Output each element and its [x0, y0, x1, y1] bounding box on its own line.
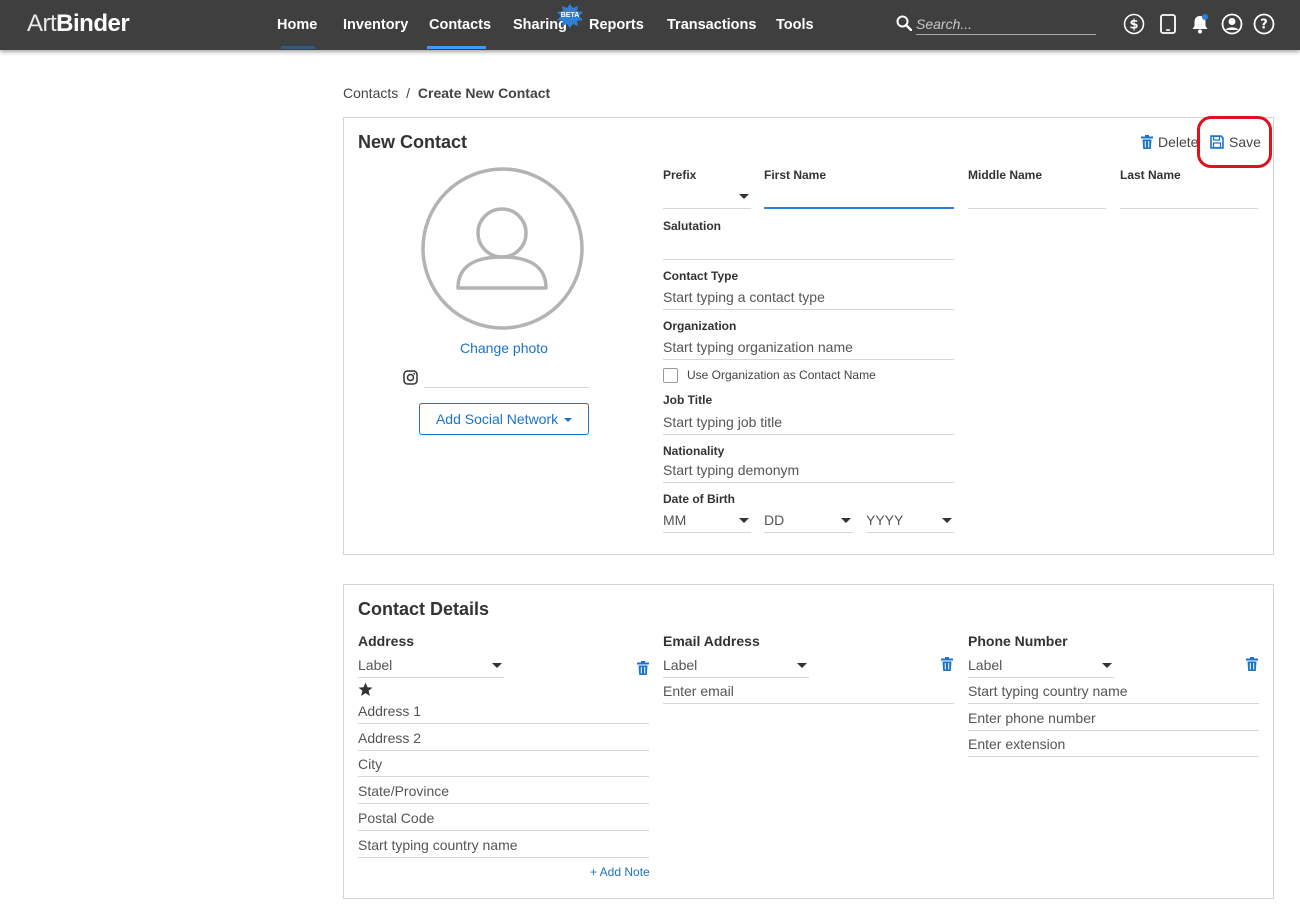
date-of-birth-label: Date of Birth — [663, 492, 735, 506]
svg-text:$: $ — [1129, 18, 1138, 33]
search-input[interactable] — [916, 14, 1096, 35]
phone-delete-trash-icon[interactable] — [1246, 657, 1258, 671]
nationality-label: Nationality — [663, 444, 725, 458]
help-circle-icon[interactable]: ? — [1253, 13, 1275, 35]
first-name-label: First Name — [764, 168, 827, 182]
dob-year-value: YYYY — [866, 512, 904, 528]
state-province-input[interactable]: State/Province — [358, 780, 649, 804]
salutation-label: Salutation — [663, 219, 722, 233]
contact-type-label: Contact Type — [663, 269, 739, 283]
organization-input[interactable]: Start typing organization name — [663, 336, 954, 360]
delete-button[interactable]: Delete — [1158, 134, 1198, 150]
phone-extension-input[interactable]: Enter extension — [968, 733, 1259, 757]
city-input[interactable]: City — [358, 753, 649, 777]
nav-reports[interactable]: Reports — [589, 17, 644, 33]
address-label: Address — [358, 633, 415, 649]
job-title-label: Job Title — [663, 393, 713, 407]
nav-home[interactable]: Home — [277, 17, 317, 33]
address-country-input[interactable]: Start typing country name — [358, 834, 649, 858]
tablet-icon[interactable] — [1157, 13, 1179, 35]
phone-country-input[interactable]: Start typing country name — [968, 680, 1259, 704]
breadcrumb-current: Create New Contact — [417, 85, 551, 101]
primary-star-icon[interactable] — [358, 682, 373, 697]
chevron-down-icon — [1102, 663, 1112, 668]
search-icon[interactable] — [896, 15, 912, 31]
change-photo-link[interactable]: Change photo — [460, 340, 548, 356]
contact-details-title: Contact Details — [358, 599, 490, 619]
last-name-label: Last Name — [1120, 168, 1181, 182]
nav-home-underline — [281, 46, 315, 49]
address-1-input[interactable]: Address 1 — [358, 700, 649, 724]
middle-name-input[interactable] — [968, 185, 1106, 209]
contact-type-input[interactable]: Start typing a contact type — [663, 286, 954, 310]
phone-number-label: Phone Number — [968, 633, 1068, 649]
address-label-select-value: Label — [358, 657, 393, 673]
dob-month-select[interactable]: MM — [663, 509, 751, 533]
use-org-checkbox-label: Use Organization as Contact Name — [687, 368, 876, 382]
postal-code-input[interactable]: Postal Code — [358, 807, 649, 831]
beta-badge: BETA — [560, 12, 580, 19]
chevron-down-icon — [739, 194, 749, 199]
delete-trash-icon[interactable] — [1141, 135, 1153, 149]
salutation-input[interactable] — [663, 236, 954, 260]
user-circle-icon[interactable] — [1221, 13, 1243, 35]
middle-name-label: Middle Name — [968, 168, 1043, 182]
prefix-label: Prefix — [663, 168, 697, 182]
chevron-down-icon — [841, 518, 851, 523]
first-name-input[interactable] — [764, 185, 954, 209]
address-delete-trash-icon[interactable] — [637, 661, 649, 675]
email-address-label: Email Address — [663, 633, 760, 649]
chevron-down-icon — [492, 663, 502, 668]
svg-text:?: ? — [1260, 18, 1268, 33]
app-logo[interactable]: ArtBinder — [27, 10, 130, 38]
nav-transactions[interactable]: Transactions — [667, 17, 756, 33]
nationality-input[interactable]: Start typing demonym — [663, 459, 954, 483]
nav-inventory[interactable]: Inventory — [343, 17, 408, 33]
dollar-circle-icon[interactable]: $ — [1123, 13, 1145, 35]
chevron-down-icon — [942, 518, 952, 523]
avatar-placeholder-icon — [421, 167, 584, 330]
breadcrumb: Contacts / Create New Contact — [343, 85, 550, 101]
add-note-link[interactable]: + Add Note — [590, 865, 650, 879]
dob-day-value: DD — [764, 512, 785, 528]
job-title-input[interactable]: Start typing job title — [663, 411, 954, 435]
email-label-select-value: Label — [663, 657, 698, 673]
instagram-icon — [403, 370, 418, 385]
add-social-network-label: Add Social Network — [435, 411, 559, 427]
breadcrumb-contacts-link[interactable]: Contacts — [343, 85, 398, 101]
caret-down-icon — [564, 418, 573, 423]
new-contact-title: New Contact — [358, 132, 468, 152]
dob-year-select[interactable]: YYYY — [866, 509, 954, 533]
nav-contacts[interactable]: Contacts — [429, 17, 491, 33]
phone-label-select-value: Label — [968, 657, 1003, 673]
nav-contacts-active-underline — [427, 46, 486, 49]
chevron-down-icon — [739, 518, 749, 523]
last-name-input[interactable] — [1120, 185, 1258, 209]
email-input[interactable]: Enter email — [663, 680, 954, 704]
phone-number-input[interactable]: Enter phone number — [968, 707, 1259, 731]
instagram-handle-field[interactable] — [424, 364, 589, 388]
dob-month-value: MM — [663, 512, 687, 528]
email-label-select[interactable]: Label — [663, 654, 809, 678]
organization-label: Organization — [663, 319, 737, 333]
dob-day-select[interactable]: DD — [764, 509, 853, 533]
phone-label-select[interactable]: Label — [968, 654, 1114, 678]
bell-icon[interactable] — [1189, 13, 1211, 35]
breadcrumb-separator: / — [406, 85, 411, 101]
prefix-select[interactable] — [663, 185, 751, 209]
email-delete-trash-icon[interactable] — [941, 657, 953, 671]
address-2-input[interactable]: Address 2 — [358, 727, 649, 751]
use-org-checkbox[interactable] — [663, 368, 678, 383]
add-social-network-button[interactable]: Add Social Network — [419, 403, 589, 435]
save-highlight-annotation — [1197, 116, 1272, 168]
address-label-select[interactable]: Label — [358, 654, 504, 678]
nav-tools[interactable]: Tools — [776, 17, 814, 33]
chevron-down-icon — [797, 663, 807, 668]
top-nav-bar: ArtBinder Home Inventory Contacts Sharin… — [0, 0, 1300, 50]
